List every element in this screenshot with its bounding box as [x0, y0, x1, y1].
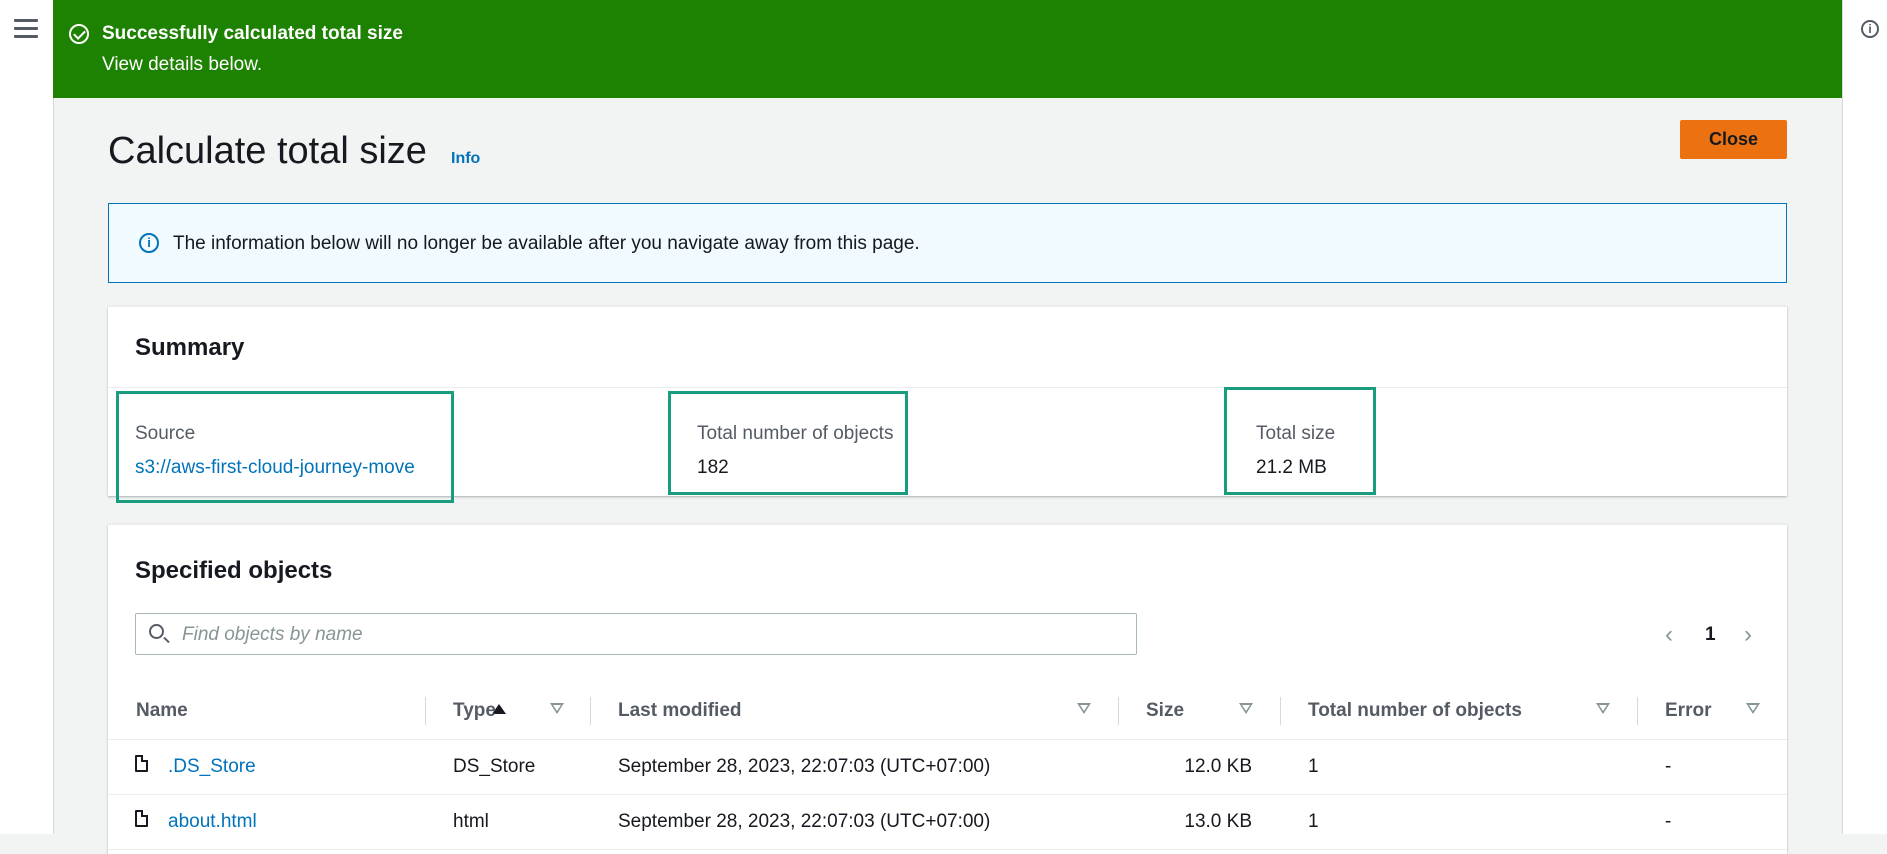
pagination-page-1[interactable]: 1: [1705, 624, 1716, 646]
check-circle-icon: [69, 24, 89, 44]
column-header-type[interactable]: Type: [453, 700, 496, 722]
object-last-modified: September 28, 2023, 22:07:03 (UTC+07:00): [618, 756, 991, 777]
column-header-error[interactable]: Error: [1665, 700, 1711, 722]
search-input[interactable]: [180, 620, 1124, 650]
column-header-total-objects[interactable]: Total number of objects: [1308, 700, 1522, 722]
pagination-prev-button[interactable]: ‹: [1665, 621, 1673, 649]
table-row: .DS_Store DS_Store September 28, 2023, 2…: [108, 740, 1787, 795]
object-total-count: 1: [1308, 756, 1319, 777]
file-icon: [135, 755, 148, 772]
object-name-link[interactable]: about.html: [168, 811, 257, 833]
object-type: DS_Store: [453, 756, 536, 777]
table-row: about.html html September 28, 2023, 22:0…: [108, 795, 1787, 850]
right-tools-rail: [1842, 0, 1887, 834]
object-last-modified: September 28, 2023, 22:07:03 (UTC+07:00): [618, 811, 991, 832]
search-icon: [149, 624, 164, 639]
summary-title: Summary: [135, 334, 245, 361]
objects-highlight-box: [668, 391, 908, 495]
column-divider[interactable]: [1637, 697, 1638, 725]
object-error: -: [1665, 756, 1672, 777]
object-total-count: 1: [1308, 811, 1319, 832]
success-flashbar: Successfully calculated total size View …: [53, 0, 1842, 98]
info-icon: i: [139, 233, 159, 253]
file-icon: [135, 810, 148, 827]
close-button[interactable]: Close: [1680, 120, 1787, 159]
flash-subtitle: View details below.: [102, 54, 263, 75]
column-divider[interactable]: [1118, 697, 1119, 725]
object-name-link[interactable]: .DS_Store: [168, 756, 256, 778]
flash-title: Successfully calculated total size: [102, 23, 403, 44]
objects-title: Specified objects: [135, 557, 333, 584]
column-header-size[interactable]: Size: [1146, 700, 1184, 722]
sort-icon[interactable]: [1596, 703, 1610, 714]
sort-icon[interactable]: [550, 703, 564, 714]
column-header-name[interactable]: Name: [136, 700, 188, 722]
info-panel-icon[interactable]: i: [1861, 20, 1879, 38]
table-header: Name Type Last modified Size Total numbe…: [108, 681, 1787, 740]
info-alert: i The information below will no longer b…: [108, 203, 1787, 283]
size-highlight-box: [1224, 387, 1376, 495]
object-size: 13.0 KB: [1184, 811, 1252, 832]
column-divider[interactable]: [590, 697, 591, 725]
sort-icon[interactable]: [1746, 703, 1760, 714]
sort-icon[interactable]: [1077, 703, 1091, 714]
sort-icon[interactable]: [1239, 703, 1253, 714]
object-error: -: [1665, 811, 1672, 832]
hamburger-menu-icon[interactable]: [14, 19, 38, 41]
pagination-next-button[interactable]: ›: [1744, 621, 1752, 649]
object-type: html: [453, 811, 489, 832]
info-link[interactable]: Info: [451, 150, 480, 168]
object-size: 12.0 KB: [1184, 756, 1252, 777]
source-highlight-box: [116, 391, 454, 503]
column-header-last-modified[interactable]: Last modified: [618, 700, 742, 722]
search-box: [135, 613, 1137, 655]
summary-header: Summary: [108, 307, 1787, 388]
specified-objects-panel: Specified objects ‹ 1 › Name Type Last m…: [108, 524, 1787, 854]
summary-panel: Summary Source s3://aws-first-cloud-jour…: [108, 306, 1787, 503]
page-title: Calculate total size: [108, 130, 427, 172]
left-nav-rail: [0, 0, 54, 834]
alert-text: The information below will no longer be …: [173, 233, 920, 254]
column-divider[interactable]: [425, 697, 426, 725]
column-divider[interactable]: [1280, 697, 1281, 725]
